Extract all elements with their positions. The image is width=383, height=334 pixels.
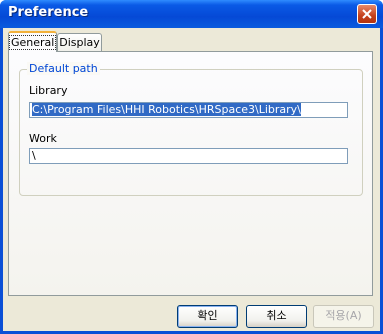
window-title: Preference bbox=[8, 5, 89, 20]
dialog-body: General Display Default path Library C:\… bbox=[3, 28, 380, 331]
preference-window: Preference General Display Default path … bbox=[0, 0, 383, 334]
cancel-button[interactable]: 취소 bbox=[246, 305, 307, 328]
apply-button[interactable]: 적용(A) bbox=[313, 305, 374, 328]
work-label: Work bbox=[29, 132, 57, 145]
close-icon bbox=[362, 9, 372, 19]
work-path-value: \ bbox=[32, 149, 36, 162]
library-label: Library bbox=[29, 84, 68, 97]
tab-general-label: General bbox=[9, 35, 57, 50]
library-path-value: C:\Program Files\HHI Robotics\HRSpace3\L… bbox=[32, 103, 301, 116]
default-path-group: Default path Library C:\Program Files\HH… bbox=[19, 62, 363, 196]
group-title: Default path bbox=[27, 62, 100, 75]
tab-display[interactable]: Display bbox=[57, 33, 102, 51]
close-button[interactable] bbox=[357, 4, 377, 24]
ok-button[interactable]: 확인 bbox=[177, 305, 238, 328]
tab-display-label: Display bbox=[59, 36, 100, 49]
title-bar[interactable]: Preference bbox=[0, 0, 383, 28]
tab-panel-general: Default path Library C:\Program Files\HH… bbox=[8, 51, 373, 296]
work-path-input[interactable]: \ bbox=[29, 148, 348, 164]
tab-general[interactable]: General bbox=[8, 31, 57, 52]
library-path-input[interactable]: C:\Program Files\HHI Robotics\HRSpace3\L… bbox=[29, 102, 348, 118]
